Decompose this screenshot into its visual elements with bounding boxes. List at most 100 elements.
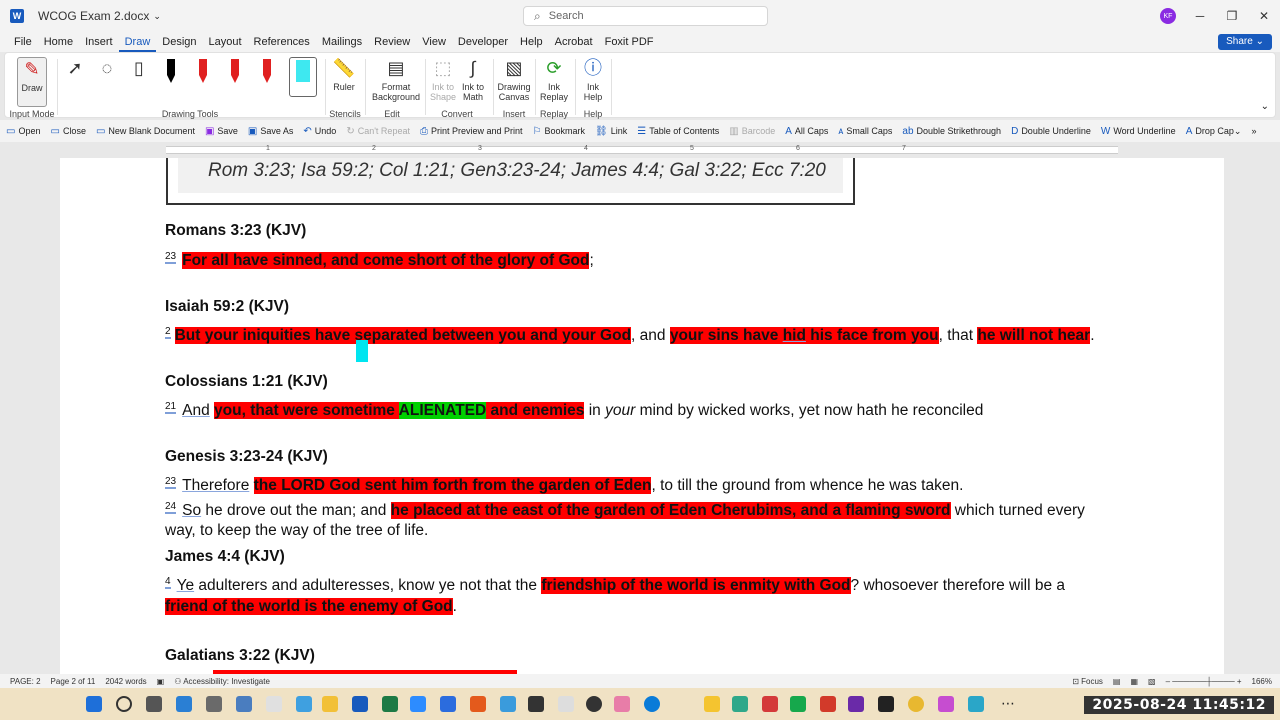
read-mode-icon[interactable]: ▤ [1113,677,1121,686]
app-icon[interactable] [614,696,630,712]
tab-insert[interactable]: Insert [79,32,119,52]
word-underline-button[interactable]: W Word Underline [1101,126,1176,137]
document-title[interactable]: WCOG Exam 2.docx [38,9,149,23]
app-icon[interactable] [968,696,984,712]
word-taskbar-icon[interactable] [352,696,368,712]
app-icon[interactable] [704,696,720,712]
excel-taskbar-icon[interactable] [382,696,398,712]
acrobat-icon[interactable] [528,696,544,712]
app-icon[interactable] [558,696,574,712]
zoom-taskbar-icon[interactable] [410,696,426,712]
widgets-icon[interactable] [176,696,192,712]
ink-help-button[interactable]: ⓘ Ink Help [579,57,607,102]
file-explorer-icon[interactable] [322,696,338,712]
app-icon[interactable] [440,696,456,712]
collapse-ribbon-icon[interactable]: ⌄ [1261,101,1269,112]
zoom-slider[interactable]: – ──────┼──── + [1166,677,1242,686]
eraser-tool[interactable]: ▯ [129,57,149,82]
snip-icon[interactable] [266,696,282,712]
photos-icon[interactable] [296,696,312,712]
app-icon[interactable] [762,696,778,712]
app-icon[interactable] [586,696,602,712]
word-count[interactable]: 2042 words [105,677,146,686]
app-icon[interactable] [732,696,748,712]
repeat-button[interactable]: ↻ Can't Repeat [346,126,410,137]
chevron-down-icon[interactable]: ⌄ [153,11,161,22]
tab-mailings[interactable]: Mailings [316,32,368,52]
tab-file[interactable]: File [8,32,38,52]
tab-help[interactable]: Help [514,32,549,52]
focus-button[interactable]: ⊡ Focus [1072,677,1103,686]
toc-button[interactable]: ☰ Table of Contents [637,126,719,137]
tab-draw[interactable]: Draw [118,32,157,52]
more-apps-icon[interactable]: ⋯ [1000,696,1016,712]
ruler-button[interactable]: 📏 Ruler [329,57,359,92]
double-underline-button[interactable]: D Double Underline [1011,126,1091,137]
new-blank-button[interactable]: ▭ New Blank Document [96,126,195,137]
double-strike-button[interactable]: ab Double Strikethrough [902,126,1001,137]
tab-foxit-pdf[interactable]: Foxit PDF [599,32,660,52]
format-background-button[interactable]: ▤ Format Background [369,57,423,102]
accessibility-status[interactable]: ⚇ Accessibility: Investigate [174,677,270,686]
app-icon[interactable] [790,696,806,712]
save-button[interactable]: ▣ Save [205,126,238,137]
print-preview-button[interactable]: ⎙ Print Preview and Print [420,126,523,137]
word-app-icon[interactable]: W [10,9,24,23]
brave-icon[interactable] [820,696,836,712]
app-icon[interactable] [236,696,252,712]
chrome-icon[interactable] [908,696,924,712]
lasso-tool[interactable]: ◌ [93,57,121,82]
ink-to-math-button[interactable]: ∫ Ink to Math [459,57,487,102]
app-icon[interactable] [500,696,516,712]
calculator-icon[interactable] [206,696,222,712]
print-layout-icon[interactable]: ▦ [1130,677,1138,686]
link-button[interactable]: ⛓ Link [595,126,627,137]
search-input[interactable]: ⌕ Search [523,6,768,26]
share-button[interactable]: Share ⌄ [1218,34,1272,50]
task-view-icon[interactable] [146,696,162,712]
tab-developer[interactable]: Developer [452,32,514,52]
clock[interactable]: 2025-08-24 11:45:12 [1084,696,1274,714]
highlighter-cyan[interactable] [289,57,317,97]
tab-references[interactable]: References [248,32,316,52]
tab-design[interactable]: Design [156,32,202,52]
start-icon[interactable] [86,696,102,712]
all-caps-button[interactable]: A All Caps [785,126,828,137]
undo-button[interactable]: ↶ Undo [303,126,336,137]
ink-replay-button[interactable]: ⟳ Ink Replay [539,57,569,102]
horizontal-ruler[interactable]: 1 2 3 4 5 6 7 [0,142,1280,158]
pen-red-1[interactable] [195,59,211,87]
tab-review[interactable]: Review [368,32,416,52]
page-count[interactable]: Page 2 of 11 [51,677,96,686]
app-icon[interactable] [848,696,864,712]
drawing-canvas-button[interactable]: ▧ Drawing Canvas [497,57,531,102]
page-indicator[interactable]: PAGE: 2 [10,677,41,686]
more-commands-icon[interactable]: » [1251,126,1256,136]
pen-black-1[interactable] [163,59,179,87]
pen-red-2[interactable] [227,59,243,87]
app-icon[interactable] [470,696,486,712]
draw-button[interactable]: ✎ Draw [17,57,47,107]
app-icon[interactable] [878,696,894,712]
barcode-button[interactable]: ▥ Barcode [729,126,775,137]
edge-icon[interactable] [644,696,660,712]
ink-to-shape-button[interactable]: ⬚ Ink to Shape [429,57,457,102]
web-layout-icon[interactable]: ▧ [1148,677,1156,686]
tab-view[interactable]: View [416,32,452,52]
minimize-button[interactable]: ─ [1188,6,1212,26]
tab-acrobat[interactable]: Acrobat [549,32,599,52]
small-caps-button[interactable]: ᴀ Small Caps [838,126,892,137]
tab-home[interactable]: Home [38,32,79,52]
search-taskbar-icon[interactable] [116,696,132,712]
document-page[interactable]: Rom 3:23; Isa 59:2; Col 1:21; Gen3:23-24… [60,158,1224,674]
pen-red-3[interactable] [259,59,275,87]
close-button[interactable]: ✕ [1252,6,1276,26]
app-icon[interactable] [938,696,954,712]
bookmark-button[interactable]: ⚐ Bookmark [533,126,585,137]
select-tool[interactable]: ➚ [63,57,87,82]
restore-button[interactable]: ❐ [1220,6,1244,26]
close-doc-button[interactable]: ▭ Close [50,126,85,137]
drop-cap-button[interactable]: A Drop Cap ⌄ [1186,126,1242,137]
save-as-button[interactable]: ▣ Save As [248,126,293,137]
open-button[interactable]: ▭ Open [6,126,40,137]
